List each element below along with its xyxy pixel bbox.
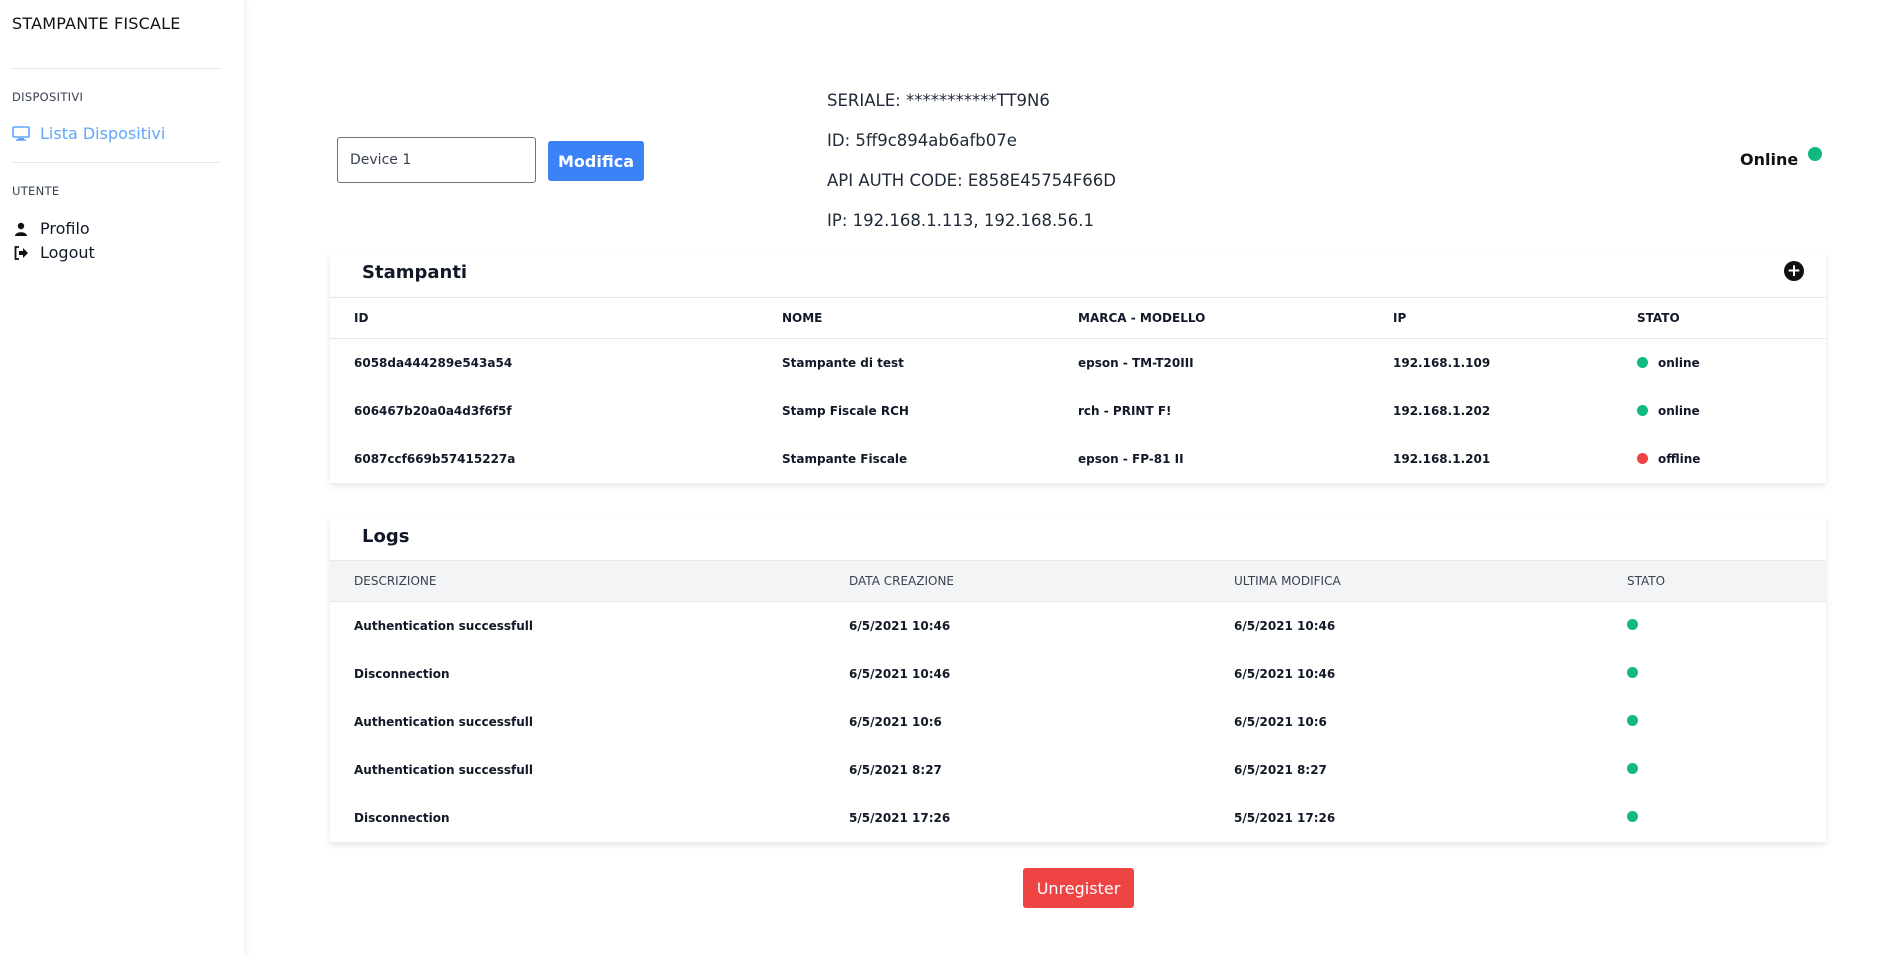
status-dot-icon [1637,453,1648,464]
printer-status: online [1637,404,1826,418]
printer-id: 6087ccf669b57415227a [354,451,516,466]
sidebar-item-logout[interactable]: Logout [12,243,95,262]
printer-status-label: online [1658,355,1700,370]
sidebar-item-profilo[interactable]: Profilo [12,219,90,238]
printer-model: rch - PRINT F! [1078,403,1172,418]
printer-ip: 192.168.1.202 [1393,403,1491,418]
table-header-row: ID NOME MARCA - MODELLO IP STATO [330,297,1826,339]
log-modified: 6/5/2021 10:46 [1234,666,1336,681]
status-dot-icon [1627,810,1638,822]
table-header-row: DESCRIZIONE DATA CREAZIONE ULTIMA MODIFI… [330,560,1826,602]
device-serial: SERIALE: ***********TT9N6 [827,91,1050,110]
printer-status-label: offline [1658,451,1701,466]
status-dot-icon [1627,714,1638,726]
log-description: Disconnection [354,810,450,825]
log-description: Authentication successfull [354,618,533,633]
plus-circle-icon[interactable]: + [1784,261,1804,281]
column-header-stato: STATO [1637,311,1680,325]
device-ip: IP: 192.168.1.113, 192.168.56.1 [827,211,1095,230]
device-status-label: Online [1740,150,1799,169]
sidebar-item-label: Profilo [40,219,90,238]
table-row[interactable]: 6058da444289e543a54 Stampante di test ep… [330,339,1826,387]
log-modified: 5/5/2021 17:26 [1234,810,1336,825]
sidebar-divider [12,68,220,69]
status-dot-icon [1637,357,1648,369]
device-api-auth-code: API AUTH CODE: E858E45754F66D [827,171,1116,190]
sidebar-item-lista-dispositivi[interactable]: Lista Dispositivi [12,124,165,143]
table-row[interactable]: 606467b20a0a4d3f6f5f Stamp Fiscale RCH r… [330,387,1826,435]
log-modified: 6/5/2021 10:46 [1234,618,1336,633]
log-created: 6/5/2021 10:46 [849,618,951,633]
sidebar: STAMPANTE FISCALE DISPOSITIVI Lista Disp… [0,0,244,956]
printer-status: offline [1637,452,1826,466]
printer-model: epson - FP-81 II [1078,451,1184,466]
printer-name: Stampante Fiscale [782,451,908,466]
printers-card: Stampanti + ID NOME MARCA - MODELLO IP S… [330,252,1826,483]
table-row: Disconnection 5/5/2021 17:26 5/5/2021 17… [330,794,1826,842]
printers-table: ID NOME MARCA - MODELLO IP STATO 6058da4… [330,297,1826,483]
sidebar-section-dispositivi: DISPOSITIVI [12,90,84,104]
sidebar-section-utente: UTENTE [12,184,60,198]
printer-id: 606467b20a0a4d3f6f5f [354,403,512,418]
column-header-marca-modello: MARCA - MODELLO [1078,311,1206,325]
printer-status: online [1637,356,1826,370]
log-created: 6/5/2021 10:46 [849,666,951,681]
status-dot-icon [1808,147,1823,161]
column-header-data-creazione: DATA CREAZIONE [849,574,954,588]
logs-table: DESCRIZIONE DATA CREAZIONE ULTIMA MODIFI… [330,560,1826,842]
log-description: Disconnection [354,666,450,681]
printer-name: Stampante di test [782,355,904,370]
column-header-nome: NOME [782,311,823,325]
logs-card: Logs DESCRIZIONE DATA CREAZIONE ULTIMA M… [330,516,1826,842]
printer-status-label: online [1658,403,1700,418]
table-row: Authentication successfull 6/5/2021 10:4… [330,602,1826,650]
log-created: 5/5/2021 17:26 [849,810,951,825]
column-header-id: ID [354,311,369,325]
column-header-stato: STATO [1627,574,1666,588]
printer-ip: 192.168.1.109 [1393,355,1491,370]
status-dot-icon [1637,405,1648,416]
device-id: ID: 5ff9c894ab6afb07e [827,131,1017,150]
status-dot-icon [1627,762,1638,774]
printer-model: epson - TM-T20III [1078,355,1194,370]
status-dot-icon [1627,618,1638,630]
log-modified: 6/5/2021 10:6 [1234,714,1327,729]
unregister-button[interactable]: Unregister [1023,868,1134,908]
sidebar-divider [12,162,220,163]
column-header-descrizione: DESCRIZIONE [354,574,437,588]
device-status: Online [1740,147,1823,169]
printer-name: Stamp Fiscale RCH [782,403,909,418]
log-modified: 6/5/2021 8:27 [1234,762,1327,777]
table-row[interactable]: 6087ccf669b57415227a Stampante Fiscale e… [330,435,1826,483]
table-row: Disconnection 6/5/2021 10:46 6/5/2021 10… [330,650,1826,698]
sidebar-item-label: Lista Dispositivi [40,124,166,143]
device-name-input[interactable] [337,137,536,183]
user-icon [12,221,30,237]
printers-title: Stampanti [362,262,468,283]
table-row: Authentication successfull 6/5/2021 10:6… [330,698,1826,746]
log-description: Authentication successfull [354,762,533,777]
printer-id: 6058da444289e543a54 [354,355,513,370]
log-created: 6/5/2021 10:6 [849,714,942,729]
status-dot-icon [1627,666,1638,678]
monitor-icon [12,126,30,142]
logs-title: Logs [362,526,410,547]
table-row: Authentication successfull 6/5/2021 8:27… [330,746,1826,794]
sidebar-item-label: Logout [40,243,95,262]
log-created: 6/5/2021 8:27 [849,762,942,777]
column-header-ip: IP [1393,311,1407,325]
app-brand: STAMPANTE FISCALE [12,14,181,33]
edit-button[interactable]: Modifica [548,141,644,181]
column-header-ultima-modifica: ULTIMA MODIFICA [1234,574,1341,588]
logout-icon [12,245,30,261]
printer-ip: 192.168.1.201 [1393,451,1491,466]
log-description: Authentication successfull [354,714,533,729]
